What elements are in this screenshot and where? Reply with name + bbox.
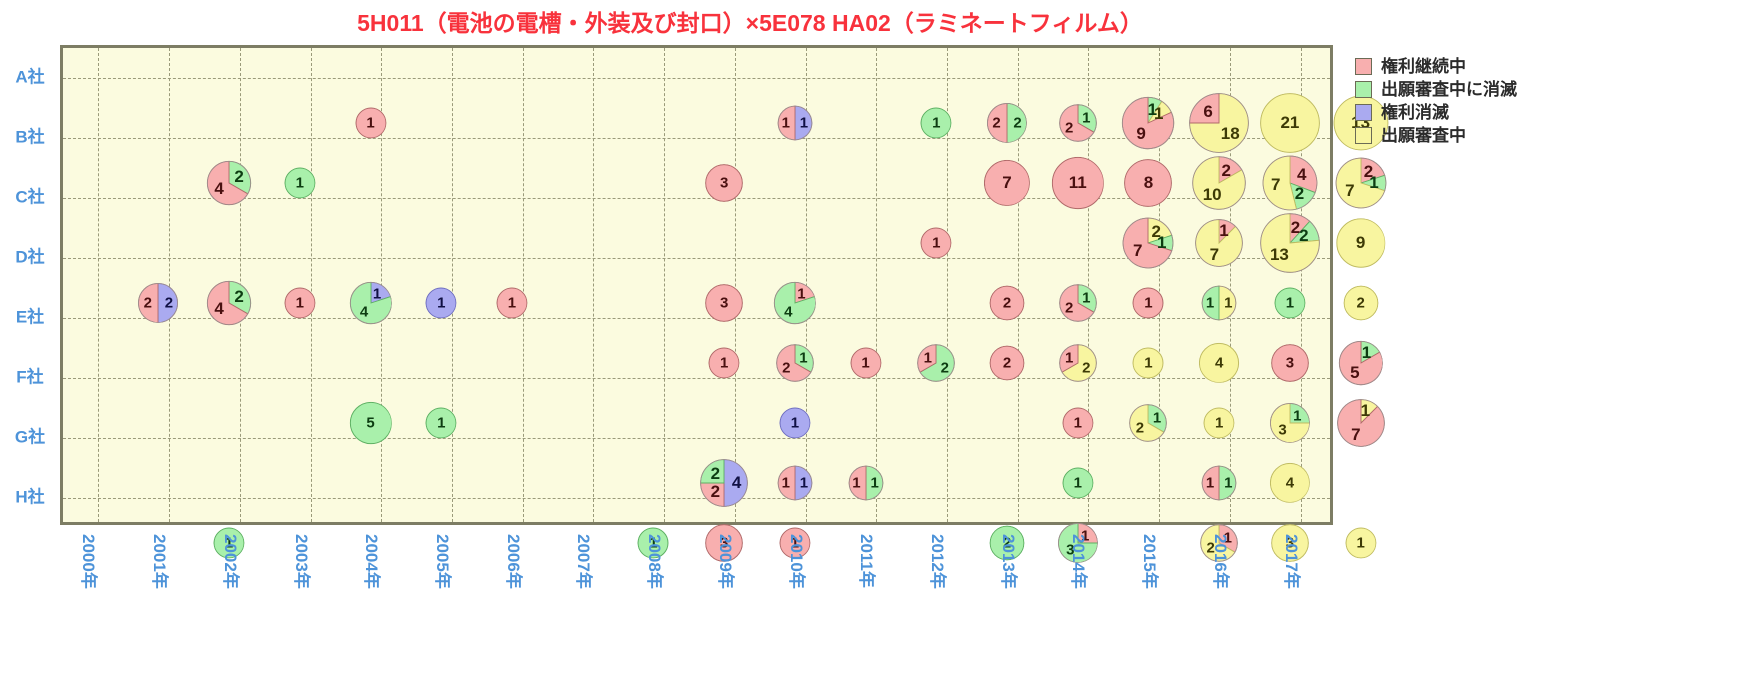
pie-cell[interactable] (1201, 465, 1237, 501)
pie-cell[interactable] (1343, 285, 1379, 321)
grid-line-vertical (734, 48, 736, 522)
column-label-2007: 2007年 (574, 534, 594, 589)
pie-cell[interactable] (1201, 285, 1237, 321)
pie-cell[interactable] (206, 160, 252, 206)
pie-cell[interactable] (983, 159, 1031, 207)
column-label-2009: 2009年 (715, 534, 735, 589)
column-label-2011: 2011年 (857, 534, 877, 588)
plot-area: 1 1 1 1 2 2 1 2 1 1 9 18 6 21 13 2 4 1 3 7 11 8 2 10 4 2 7 2 1 7 1 2 1 7 1… (60, 45, 1389, 564)
pie-cell[interactable] (349, 281, 392, 325)
legend-label-blue: 権利消滅 (1381, 103, 1449, 122)
pie-cell[interactable] (773, 281, 817, 325)
pie-cell[interactable] (1338, 340, 1383, 386)
column-label-2004: 2004年 (362, 534, 382, 589)
pie-cell[interactable] (349, 401, 392, 445)
row-label-2: B社 (15, 127, 45, 147)
pie-cell[interactable] (917, 344, 956, 382)
column-label-2017: 2017年 (1281, 534, 1301, 589)
legend-item-red: 権利継続中 (1355, 56, 1755, 77)
pie-cell[interactable] (1260, 93, 1320, 153)
grid-line-horizontal (63, 498, 1330, 499)
pie-cell[interactable] (1051, 156, 1105, 210)
pie-cell[interactable] (1122, 96, 1175, 150)
legend-label-red: 権利継続中 (1381, 57, 1466, 76)
legend-label-green: 出願審査中に消滅 (1381, 80, 1517, 99)
pie-cell[interactable] (777, 105, 813, 141)
grid-line-horizontal (63, 78, 1330, 79)
row-label-4: D社 (15, 247, 45, 267)
column-label-2015: 2015年 (1140, 534, 1160, 589)
pie-cell[interactable] (777, 465, 813, 501)
pie-cell[interactable] (1123, 217, 1174, 269)
pie-cell[interactable] (776, 344, 814, 382)
pie-cell[interactable] (700, 459, 748, 507)
grid-line-vertical (310, 48, 312, 522)
legend-swatch-yellow (1355, 127, 1372, 144)
column-label-2002: 2002年 (220, 534, 240, 589)
grid-line-vertical (593, 48, 595, 522)
pie-cell[interactable] (1335, 218, 1386, 268)
pie-cell[interactable] (705, 284, 743, 322)
column-label-2008: 2008年 (645, 534, 665, 589)
grid-line-vertical (522, 48, 524, 522)
pie-cell[interactable] (1058, 104, 1097, 142)
column-label-2005: 2005年 (432, 534, 452, 589)
legend-swatch-green (1355, 81, 1372, 98)
column-label-2014: 2014年 (1069, 534, 1089, 589)
grid-line-horizontal (63, 378, 1330, 379)
legend-item-blue: 権利消滅 (1355, 102, 1755, 123)
grid-line-vertical (169, 48, 171, 522)
pie-cell[interactable] (1262, 155, 1318, 211)
pie-cell[interactable] (1271, 344, 1309, 382)
pie-cell[interactable] (1260, 213, 1320, 273)
column-label-2013: 2013年 (998, 534, 1018, 589)
row-label-7: G社 (14, 427, 46, 447)
column-label-2016: 2016年 (1210, 534, 1230, 589)
pie-cell[interactable] (1129, 404, 1168, 442)
legend-swatch-blue (1355, 104, 1372, 121)
row-label-6: F社 (16, 367, 44, 387)
grid-line-vertical (876, 48, 878, 522)
pie-cell[interactable] (1124, 159, 1173, 207)
row-label-1: A社 (15, 67, 45, 87)
row-label-5: E社 (15, 307, 45, 327)
pie-cell[interactable] (705, 164, 743, 202)
legend: 権利継続中出願審査中に消滅 権利消滅出願審査中 (1355, 56, 1755, 148)
legend-item-green: 出願審査中に消滅 (1355, 79, 1755, 100)
legend-swatch-red (1355, 58, 1372, 75)
row-label-3: C社 (15, 187, 45, 207)
pie-cell[interactable] (989, 285, 1025, 321)
column-label-2012: 2012年 (928, 534, 948, 589)
legend-item-yellow: 出願審査中 (1355, 125, 1755, 146)
row-label-8: H社 (15, 487, 45, 507)
pie-cell[interactable] (1345, 527, 1377, 559)
pie-cell[interactable] (1335, 157, 1387, 209)
pie-cell[interactable] (1195, 219, 1244, 267)
pie-cell[interactable] (1336, 399, 1385, 447)
column-label-2000: 2000年 (79, 534, 99, 589)
grid-line-vertical (98, 48, 100, 522)
pie-cell[interactable] (848, 465, 883, 501)
legend-label-yellow: 出願審査中 (1381, 126, 1466, 145)
column-label-2001: 2001年 (150, 534, 170, 589)
pie-cell[interactable] (1058, 344, 1097, 382)
grid-line-vertical (664, 48, 666, 522)
pie-cell[interactable] (1189, 93, 1250, 153)
grid-line-vertical (451, 48, 453, 522)
pie-cell[interactable] (1192, 156, 1246, 210)
pie-cell[interactable] (989, 345, 1025, 381)
chart-title: 5H011（電池の電槽・外装及び封口）×5E078 HA02（ラミネートフィルム… (357, 10, 1143, 36)
pie-cell[interactable] (206, 280, 252, 326)
column-label-2010: 2010年 (786, 534, 806, 589)
column-label-2003: 2003年 (291, 534, 311, 589)
column-label-2006: 2006年 (503, 534, 523, 589)
pie-cell[interactable] (1058, 284, 1097, 322)
grid-line-horizontal (63, 318, 1330, 319)
